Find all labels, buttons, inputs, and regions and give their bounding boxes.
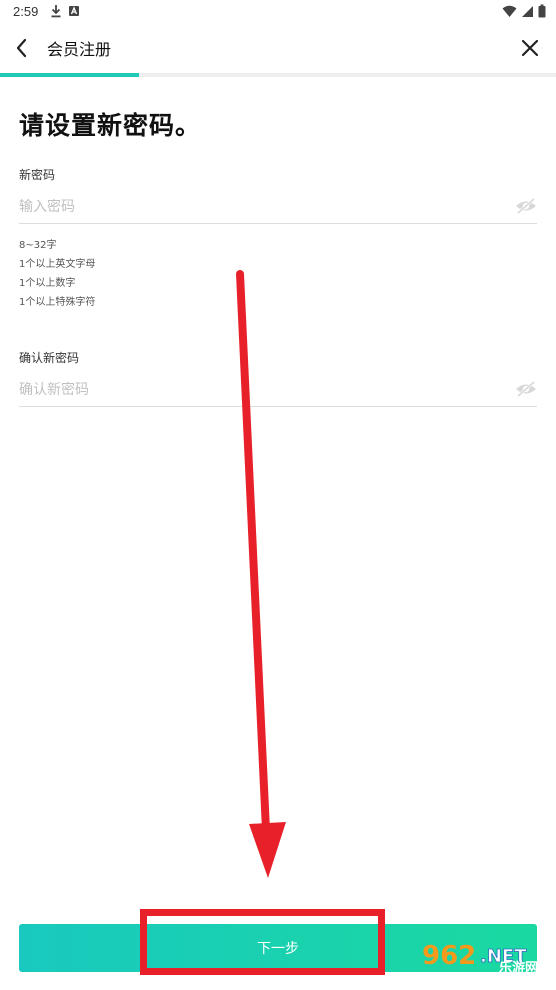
confirm-password-input[interactable]	[19, 373, 537, 407]
new-password-input[interactable]	[19, 190, 537, 224]
battery-icon	[538, 4, 546, 18]
status-right-icons	[502, 4, 546, 18]
rule-digit: 1个以上数字	[19, 278, 76, 289]
progress-fill	[0, 73, 139, 77]
rule-letter: 1个以上英文字母	[19, 259, 96, 270]
page-heading: 请设置新密码。	[19, 111, 202, 140]
annotation-arrow-shaft	[236, 270, 270, 834]
chevron-left-icon	[16, 38, 27, 58]
annotation-arrow-head	[249, 822, 286, 878]
page-title: 会员注册	[47, 40, 112, 59]
password-rules: 8~32字 1个以上英文字母 1个以上数字 1个以上特殊字符	[19, 236, 95, 312]
rule-special: 1个以上特殊字符	[19, 297, 96, 308]
svg-text:962: 962	[422, 941, 476, 971]
eye-hidden-icon[interactable]	[515, 198, 537, 214]
annotation-overlay	[140, 270, 385, 975]
download-icon	[51, 5, 61, 18]
new-password-label: 新密码	[19, 168, 56, 182]
status-left-icons	[50, 4, 80, 18]
status-time: 2:59	[13, 4, 39, 19]
eye-hidden-icon[interactable]	[515, 381, 537, 397]
watermark-subtext: 乐游网	[498, 961, 538, 976]
confirm-password-label: 确认新密码	[19, 351, 80, 365]
close-icon	[521, 39, 539, 57]
app-bar: 会员注册	[0, 24, 556, 72]
status-bar: 2:59	[0, 0, 556, 24]
progress-bar	[0, 73, 556, 77]
close-button[interactable]	[518, 36, 542, 60]
watermark-logo: 962 .NET 乐游网	[418, 932, 548, 982]
back-button[interactable]	[10, 36, 34, 60]
signal-icon	[522, 5, 533, 17]
wifi-icon	[502, 5, 517, 17]
a-icon	[69, 6, 79, 16]
rule-length: 8~32字	[19, 240, 57, 251]
